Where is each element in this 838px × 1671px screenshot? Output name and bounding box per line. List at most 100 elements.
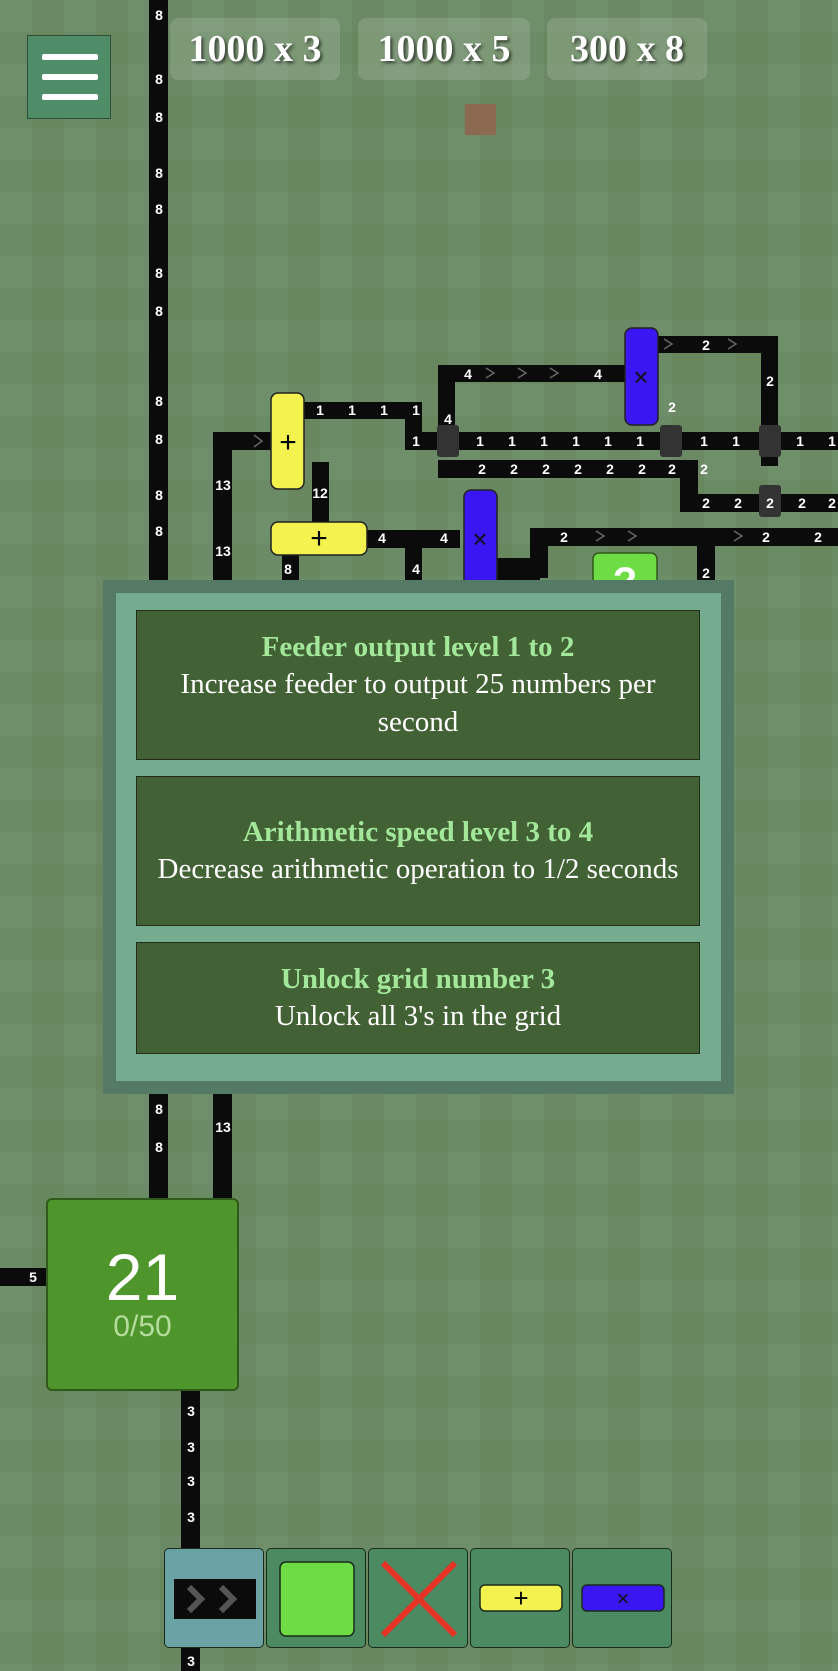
operator-plus[interactable]: + [270,392,305,490]
belt-label: 2 [510,461,518,477]
upgrade-title: Unlock grid number 3 [280,963,556,995]
belt-label: 13 [215,1119,231,1135]
tool-feeder[interactable] [266,1548,366,1648]
belt-label: 1 [412,402,420,418]
green-square-icon [279,1561,355,1637]
upgrade-option-unlock-number[interactable]: Unlock grid number 3 Unlock all 3's in t… [136,942,700,1054]
hamburger-line [42,74,98,80]
belt-label: 2 [814,529,822,545]
multiply-icon: × [633,362,648,392]
tool-conveyor-belt[interactable] [164,1548,264,1648]
belt-label: 2 [638,461,646,477]
belt-label: 2 [668,461,676,477]
belt-label: 8 [155,7,163,23]
belt-label: 1 [348,402,356,418]
red-x-icon [380,1560,458,1638]
belt-label: 1 [796,433,804,449]
belt-label: 3 [187,1439,195,1455]
tool-multiply-operator[interactable]: × [572,1548,672,1648]
belt-label: 1 [604,433,612,449]
belt-label: 2 [478,461,486,477]
belt-label: 8 [155,71,163,87]
order-button-1000x3[interactable]: 1000 x 3 [170,18,340,80]
goal-progress: 0/50 [113,1310,172,1343]
belt-label: 1 [700,433,708,449]
belt-label: 12 [312,485,328,501]
belt-label: 1 [380,402,388,418]
upgrade-description: Unlock all 3's in the grid [274,1000,562,1032]
upgrade-dialog: Feeder output level 1 to 2 Increase feed… [103,580,734,1094]
belt-label: 4 [464,366,472,382]
belt-label: 8 [155,109,163,125]
upgrade-option-feeder[interactable]: Feeder output level 1 to 2 Increase feed… [136,610,700,760]
multiply-icon: × [472,524,487,554]
hamburger-line [42,94,98,100]
belt-label: 8 [155,1139,163,1155]
goal-block[interactable]: 21 0/50 [46,1198,239,1391]
operator-plus[interactable]: + [270,521,368,556]
belt-label: 2 [828,495,836,511]
operator-multiply[interactable]: × [463,489,498,591]
belt-label: 1 [636,433,644,449]
belt-label: 2 [542,461,550,477]
belt-label: 2 [762,529,770,545]
belt-label: 4 [594,366,602,382]
belt-label: 13 [215,477,231,493]
belt-label: 8 [155,523,163,539]
plus-icon: + [310,522,328,555]
belt-label: 8 [155,487,163,503]
belt-label: 1 [316,402,324,418]
plus-icon: + [279,426,297,459]
belt-label: 2 [766,373,774,389]
order-button-1000x5[interactable]: 1000 x 5 [358,18,530,80]
belt-label: 2 [798,495,806,511]
belt-label: 4 [412,561,420,577]
belt-label: 1 [572,433,580,449]
belt-label: 2 [766,495,774,511]
belt-label: 8 [284,561,292,577]
belt-label: 5 [29,1269,37,1285]
belt-label: 13 [215,543,231,559]
belt-label: 2 [560,529,568,545]
belt-label: 2 [700,461,708,477]
operator-multiply[interactable]: × [624,327,659,426]
belt-label: 3 [187,1403,195,1419]
belt-label: 4 [440,530,448,546]
belt-label: 2 [606,461,614,477]
upgrade-description: Decrease arithmetic operation to 1/2 sec… [157,853,679,885]
belt-label: 2 [668,399,676,415]
belt-label: 1 [732,433,740,449]
belt-label: 3 [187,1473,195,1489]
belt-label: 1 [508,433,516,449]
belt-label: 8 [155,265,163,281]
belt-label: 3 [187,1509,195,1525]
belt-label: 2 [702,337,710,353]
upgrade-option-arithmetic-speed[interactable]: Arithmetic speed level 3 to 4 Decrease a… [136,776,700,926]
belt-label: 2 [574,461,582,477]
belt-label: 8 [155,165,163,181]
tool-add-operator[interactable]: + [470,1548,570,1648]
belt-label: 2 [702,565,710,581]
belt-label: 8 [155,201,163,217]
belt-label: 8 [155,1101,163,1117]
belt-label: 1 [828,433,836,449]
upgrade-title: Arithmetic speed level 3 to 4 [242,816,594,848]
resource-block[interactable] [465,104,496,135]
plus-symbol: + [513,1583,528,1613]
upgrade-title: Feeder output level 1 to 2 [261,631,575,663]
multiply-operator-icon: × [581,1584,665,1612]
belt-label: 8 [155,303,163,319]
order-button-300x8[interactable]: 300 x 8 [547,18,707,80]
belt-label: 2 [702,495,710,511]
upgrade-description: Increase feeder to output 25 numbers per… [180,668,656,738]
menu-button[interactable] [27,35,111,119]
plus-operator-icon: + [479,1583,563,1613]
multiply-symbol: × [617,1586,630,1611]
tool-delete[interactable] [368,1548,468,1648]
belt-label: 8 [155,431,163,447]
belt-label: 1 [540,433,548,449]
belt-label: 3 [187,1653,195,1669]
goal-number: 21 [105,1240,180,1314]
belt-label: 1 [476,433,484,449]
belt-label: 2 [734,495,742,511]
